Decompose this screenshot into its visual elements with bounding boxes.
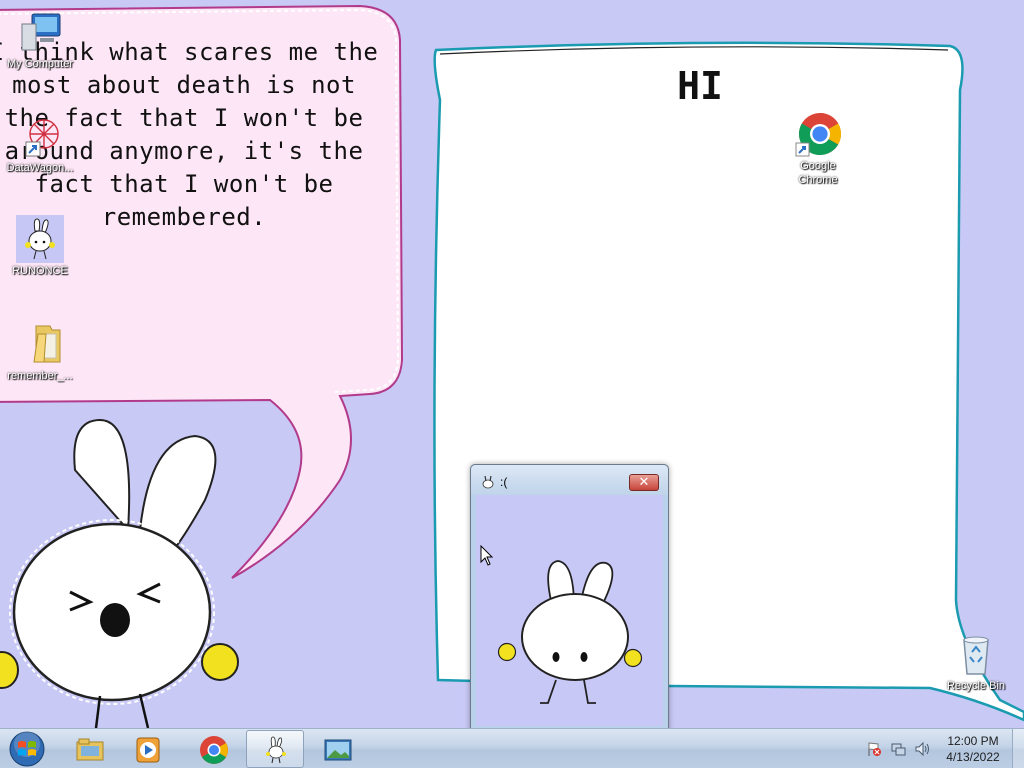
start-button[interactable] [4,730,50,768]
chrome-icon [794,110,842,158]
bunny-icon [261,735,291,765]
desktop-icon-label: remember_... [7,370,73,382]
folder-icon [16,320,64,368]
taskbar: 12:00 PM 4/13/2022 [0,728,1024,768]
clock-time: 12:00 PM [947,734,999,748]
taskbar-button-media-player[interactable] [118,730,176,768]
volume-icon[interactable] [914,741,930,757]
window-client-area [476,495,663,726]
datawagon-icon [16,112,64,160]
desktop-icon-label: Recycle Bin [946,680,1006,692]
chrome-icon [199,735,229,765]
sad-window[interactable]: :( ✕ [470,464,669,728]
window-titlebar[interactable]: :( ✕ [471,465,668,495]
image-icon [323,735,353,765]
bunny-app-icon [16,215,64,263]
desktop-icon-remember-folder[interactable]: remember_... [0,320,80,383]
desktop-icon-runonce[interactable]: RUNONCE [0,215,80,278]
bunny-icon [481,474,495,489]
desktop-icon-datawagon[interactable]: DataWagon... [0,112,80,175]
note-hi-text: HI [677,64,723,108]
mouse-cursor-icon [480,545,494,566]
recycle-bin-icon [952,630,1000,678]
sad-bunny-drawing [497,560,643,704]
desktop-icon-my-computer[interactable]: My Computer [0,8,80,71]
computer-icon [16,8,64,56]
desktop-icon-google-chrome[interactable]: Google Chrome [778,110,858,187]
action-center-flag-icon[interactable] [866,741,882,757]
network-icon[interactable] [890,741,906,757]
desktop-icon-label: RUNONCE [12,265,68,277]
folder-icon [75,735,105,765]
desktop-icon-label: DataWagon... [6,162,74,174]
window-title: :( [500,475,508,489]
taskbar-button-image-viewer[interactable] [308,730,366,768]
desktop[interactable]: I think what scares me the most about de… [0,0,1024,728]
show-desktop-button[interactable] [1012,729,1024,768]
desktop-icon-recycle-bin[interactable]: Recycle Bin [936,630,1016,693]
taskbar-button-bunny-window[interactable] [246,730,304,768]
media-player-icon [133,735,163,765]
clock-date: 4/13/2022 [946,750,1000,764]
desktop-icon-label: Google Chrome [798,160,838,186]
taskbar-button-chrome[interactable] [184,730,242,768]
taskbar-button-explorer[interactable] [60,730,118,768]
system-clock[interactable]: 12:00 PM 4/13/2022 [936,733,1010,765]
desktop-icon-label: My Computer [6,58,74,70]
big-bunny-drawing [0,418,239,728]
window-close-button[interactable]: ✕ [629,474,659,491]
windows-logo-icon [9,731,45,767]
